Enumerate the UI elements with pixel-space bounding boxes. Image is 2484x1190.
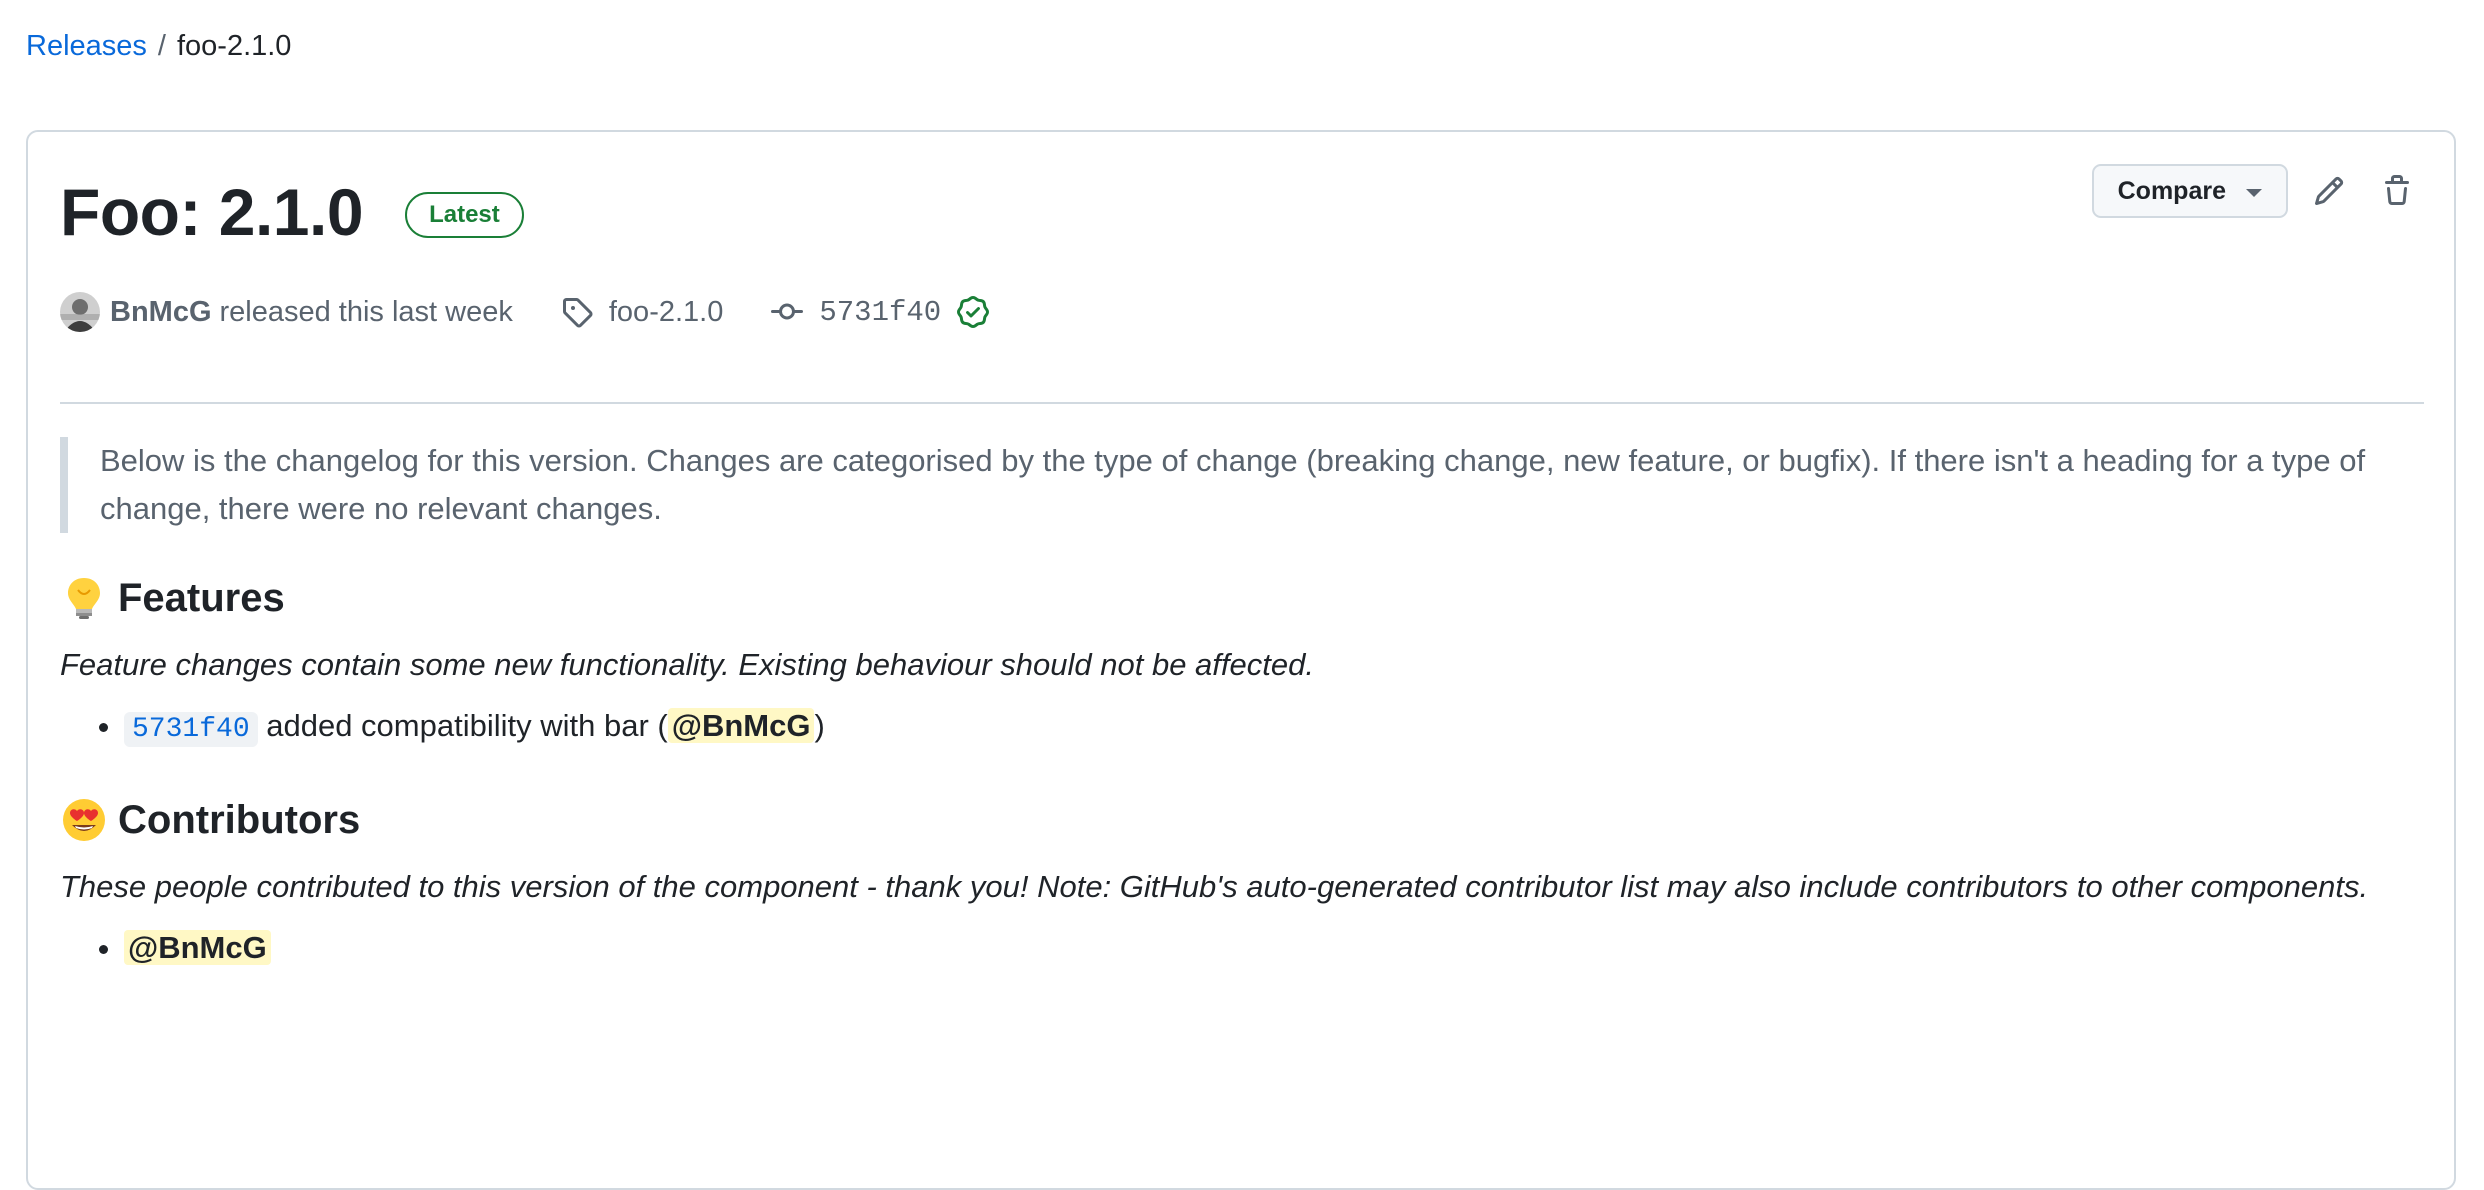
- avatar-image: [60, 292, 100, 332]
- release-meta: BnMcG released this last week foo-2.1.0 …: [60, 292, 990, 332]
- breadcrumb-releases-link[interactable]: Releases: [26, 30, 147, 62]
- mention-link[interactable]: @BnMcG: [667, 708, 815, 743]
- feature-text: added compatibility with bar (: [257, 708, 668, 743]
- contributors-list: @BnMcG: [60, 923, 2422, 973]
- verified-icon[interactable]: [957, 296, 990, 328]
- list-item: @BnMcG: [124, 923, 2422, 973]
- compare-label: Compare: [2117, 176, 2226, 205]
- features-heading: Features: [60, 573, 2422, 623]
- breadcrumb: Releases / foo-2.1.0: [26, 28, 291, 64]
- feature-text-end: ): [814, 708, 825, 743]
- features-heading-text: Features: [118, 576, 285, 620]
- contributors-description: These people contributed to this version…: [60, 869, 2369, 904]
- intro-quote: Below is the changelog for this version.…: [60, 437, 2422, 533]
- contributors-heading-text: Contributors: [118, 798, 361, 842]
- release-notes: Below is the changelog for this version.…: [60, 437, 2422, 973]
- contributor-mention[interactable]: @BnMcG: [124, 930, 271, 965]
- commit-link[interactable]: 5731f40: [771, 295, 990, 329]
- trash-icon: [2385, 175, 2409, 205]
- chevron-down-icon: [2246, 189, 2262, 197]
- delete-button[interactable]: [2370, 164, 2424, 218]
- release-actions: Compare: [2091, 164, 2424, 218]
- breadcrumb-current: foo-2.1.0: [176, 30, 292, 62]
- commit-sha: 5731f40: [819, 295, 942, 329]
- breadcrumb-separator: /: [157, 30, 166, 62]
- list-item: 5731f40 added compatibility with bar (@B…: [124, 701, 2422, 755]
- pencil-icon: [2314, 176, 2344, 206]
- release-card: Foo: 2.1.0 Latest Compare BnMcG released…: [26, 130, 2456, 1190]
- author-link[interactable]: BnMcG: [110, 296, 212, 329]
- contributors-heading: Contributors: [60, 795, 2422, 845]
- features-description: Feature changes contain some new functio…: [60, 647, 1314, 682]
- heart-eyes-icon: [60, 796, 108, 844]
- lightbulb-icon: [60, 574, 108, 622]
- release-title-row: Foo: 2.1.0 Latest: [60, 172, 524, 252]
- tag-icon: [562, 298, 593, 328]
- git-commit-icon: [771, 303, 804, 320]
- release-title: Foo: 2.1.0: [60, 175, 364, 249]
- avatar[interactable]: [60, 292, 100, 332]
- divider: [60, 402, 2424, 404]
- tag-label: foo-2.1.0: [608, 295, 724, 328]
- tag-link[interactable]: foo-2.1.0: [561, 296, 723, 329]
- edit-button[interactable]: [2302, 164, 2356, 218]
- latest-badge: Latest: [405, 192, 524, 238]
- released-text: released this last week: [219, 295, 513, 328]
- commit-chip[interactable]: 5731f40: [124, 712, 258, 747]
- compare-button[interactable]: Compare: [2091, 164, 2288, 218]
- features-list: 5731f40 added compatibility with bar (@B…: [60, 701, 2422, 755]
